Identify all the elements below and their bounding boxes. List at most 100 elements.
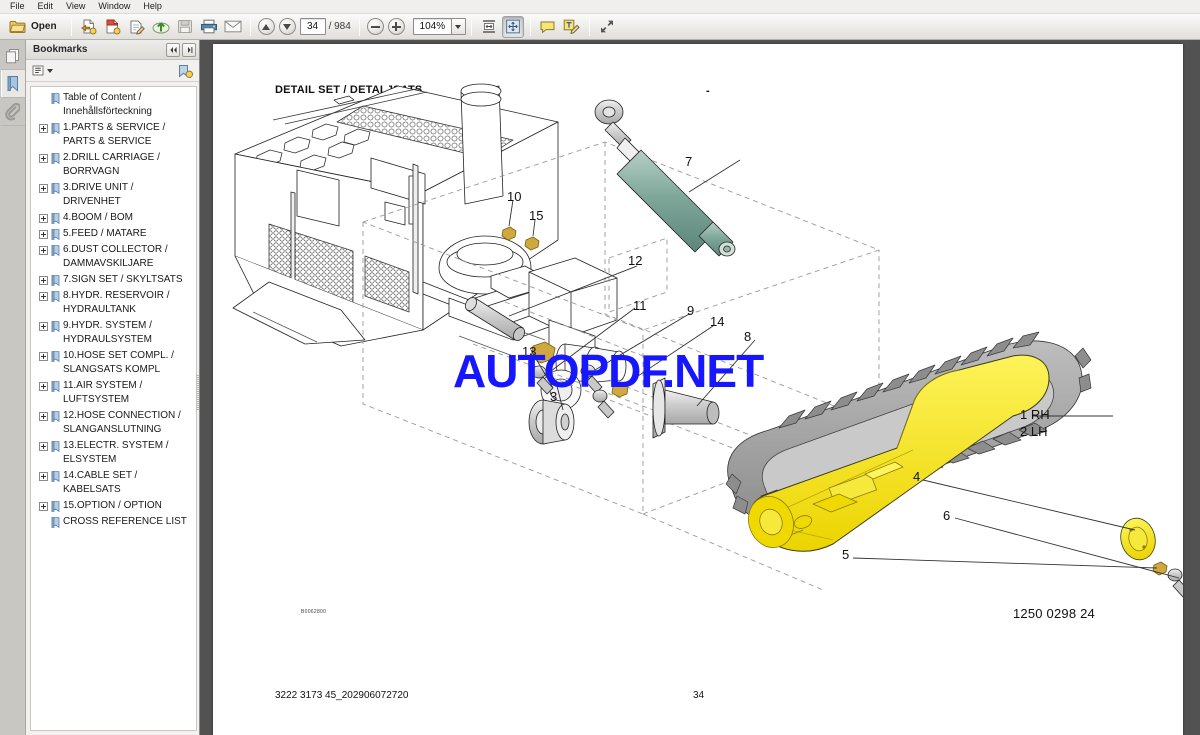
upload-cloud-button[interactable] [150,16,172,38]
upload-cloud-icon [152,19,170,34]
menu-view[interactable]: View [60,0,92,13]
bookmark-item[interactable]: 11.AIR SYSTEM / LUFTSYSTEM [33,378,194,408]
expand-plus-icon[interactable] [39,412,48,421]
expand-plus-icon[interactable] [39,382,48,391]
bookmark-item-icon [51,501,60,512]
bookmark-item-label: 8.HYDR. RESERVOIR / HYDRAULTANK [63,290,170,315]
email-icon [224,20,242,33]
bookmark-item-label: 5.FEED / MATARE [63,228,147,239]
new-bookmark-button[interactable] [178,64,193,78]
expand-plus-icon[interactable] [39,154,48,163]
bookmarks-list-container[interactable]: Table of Content / Innehållsförteckning 1… [26,82,199,735]
bookmark-item[interactable]: CROSS REFERENCE LIST [33,514,194,530]
comment-button[interactable] [537,16,559,38]
text-highlight-button[interactable] [561,16,583,38]
open-button[interactable]: Open [4,16,65,38]
bookmark-item[interactable]: 9.HYDR. SYSTEM / HYDRAULSYSTEM [33,318,194,348]
bookmark-item-label: 6.DUST COLLECTOR / DAMMAVSKILJARE [63,244,168,269]
bookmark-item-label: 12.HOSE CONNECTION / SLANGANSLUTNING [63,410,181,435]
print-button[interactable] [198,16,220,38]
bookmark-item[interactable]: 8.HYDR. RESERVOIR / HYDRAULTANK [33,288,194,318]
next-page-button[interactable] [278,18,296,35]
panel-splitter-grip[interactable] [196,375,199,411]
bookmark-no-children [39,518,48,527]
bookmark-item[interactable]: 14.CABLE SET / KABELSATS [33,468,194,498]
callout-number: 14 [710,314,725,329]
fullscreen-icon [599,19,615,34]
bookmark-item-icon [51,183,60,194]
page-number-input[interactable]: 34 [299,18,326,35]
bookmark-item[interactable]: 2.DRILL CARRIAGE / BORRVAGN [33,150,194,180]
expand-plus-icon[interactable] [39,472,48,481]
menu-bar: File Edit View Window Help [0,0,1200,14]
bookmark-item[interactable]: 4.BOOM / BOM [33,210,194,226]
bookmark-item[interactable]: 1.PARTS & SERVICE / PARTS & SERVICE [33,120,194,150]
pdf-reader-window: File Edit View Window Help Open 34 / 984… [0,0,1200,735]
menu-window[interactable]: Window [92,0,137,13]
bookmarks-button[interactable] [0,70,25,98]
folder-open-icon [9,19,26,34]
bookmark-item-icon [51,471,60,482]
expand-plus-icon[interactable] [39,246,48,255]
expand-plus-icon[interactable] [39,214,48,223]
expand-right-button[interactable] [182,42,196,57]
zoom-out-button[interactable] [366,18,384,35]
list-options-button[interactable] [32,65,53,76]
bookmark-item[interactable]: 13.ELECTR. SYSTEM / ELSYSTEM [33,438,194,468]
bookmarks-icon [5,75,21,93]
menu-help[interactable]: Help [137,0,169,13]
zoom-in-button[interactable] [387,18,405,35]
collapse-left-button[interactable] [166,42,180,57]
expand-plus-icon[interactable] [39,184,48,193]
bookmark-item[interactable]: 5.FEED / MATARE [33,226,194,242]
menu-edit[interactable]: Edit [32,0,61,13]
callout-number: 7 [685,154,693,169]
fit-width-button[interactable] [478,16,500,38]
edit-pdf-button[interactable] [126,16,148,38]
pages-thumbnail-button[interactable] [0,42,25,70]
expand-plus-icon[interactable] [39,352,48,361]
bookmark-item[interactable]: 6.DUST COLLECTOR / DAMMAVSKILJARE [33,242,194,272]
fit-page-button[interactable] [501,15,524,38]
fullscreen-button[interactable] [596,16,618,38]
export-icon-button[interactable] [102,16,124,38]
expand-plus-icon[interactable] [39,322,48,331]
bookmark-item[interactable]: Table of Content / Innehållsförteckning [33,90,194,120]
callout-number: 6 [943,508,951,523]
save-button[interactable] [174,16,196,38]
expand-plus-icon[interactable] [39,442,48,451]
expand-plus-icon[interactable] [39,502,48,511]
email-button[interactable] [222,16,244,38]
bookmark-item-label: 10.HOSE SET COMPL. / SLANGSATS KOMPL [63,350,174,375]
callout-number: 9 [687,303,695,318]
zoom-level-input[interactable]: 104% [412,18,451,35]
workspace: Bookmarks Table of Content / Innehållsfö… [0,40,1200,735]
expand-plus-icon[interactable] [39,124,48,133]
callout-number: 11 [633,298,647,313]
bookmark-item[interactable]: 3.DRIVE UNIT / DRIVENHET [33,180,194,210]
expand-plus-icon[interactable] [39,276,48,285]
bookmark-item[interactable]: 15.OPTION / OPTION [33,498,194,514]
bookmark-item[interactable]: 12.HOSE CONNECTION / SLANGANSLUTNING [33,408,194,438]
zoom-dropdown-button[interactable] [450,18,466,35]
list-options-icon [32,65,45,76]
attachments-button[interactable] [0,98,25,126]
label-2-lh: 2 LH [1020,424,1048,439]
previous-page-button[interactable] [257,18,275,35]
menu-file[interactable]: File [4,0,32,13]
plus-icon-vertical [395,22,398,31]
bookmark-item[interactable]: 10.HOSE SET COMPL. / SLANGSATS KOMPL [33,348,194,378]
print-icon [200,19,218,34]
expand-plus-icon[interactable] [39,292,48,301]
arrow-down-icon [283,23,292,30]
expand-plus-icon[interactable] [39,230,48,239]
import-icon-button[interactable] [78,16,100,38]
document-viewport[interactable]: DETAIL SET / DETALJSATS - 7 10 15 12 11 … [200,40,1200,735]
bookmark-item-label: 9.HYDR. SYSTEM / HYDRAULSYSTEM [63,320,152,345]
toolbar-separator-4 [470,17,472,36]
bookmark-item[interactable]: 7.SIGN SET / SKYLTSATS [33,272,194,288]
bookmark-item-icon [51,245,60,256]
fit-page-icon [505,19,521,34]
bookmark-item-icon [51,153,60,164]
bookmarks-list[interactable]: Table of Content / Innehållsförteckning 1… [30,86,197,731]
